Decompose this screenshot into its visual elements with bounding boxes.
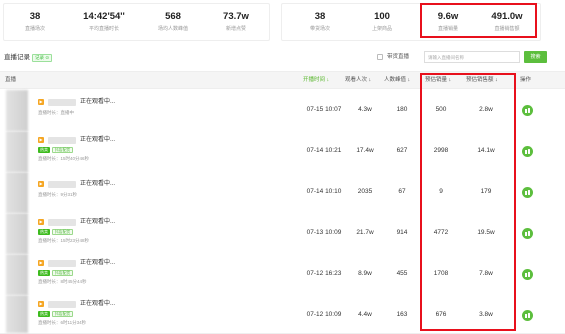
watching-status: 正在观看中... [80, 137, 116, 143]
live-duration: 直播时长：15时23分48秒 [38, 238, 90, 243]
shop-supply-badge: 抖店配货 [52, 270, 74, 276]
views: 4.3w [358, 106, 372, 113]
views: 8.9w [358, 270, 372, 277]
highlight-box-summary [420, 3, 537, 38]
start-time: 07-14 10:21 [306, 147, 342, 154]
stat-value: 100 [374, 11, 390, 22]
col-views[interactable]: 观看人次 ↓ [345, 77, 371, 84]
live-duration: 直播时长：8时45分44秒 [38, 279, 87, 284]
live-tag-icon: ▶ [38, 137, 44, 143]
stat-live-count: 38 直播场次 [4, 4, 66, 42]
col-live: 直播 [5, 77, 17, 83]
room-name-blurred [48, 301, 76, 308]
chart-action-icon[interactable] [522, 269, 533, 280]
hot-sale-badge: 热卖 [38, 311, 50, 317]
peak: 180 [396, 106, 408, 113]
watching-status: 正在观看中... [80, 99, 116, 105]
avatar [6, 254, 28, 295]
avatar [6, 213, 28, 254]
peak: 627 [396, 147, 408, 154]
stat-label: 上架商品 [371, 26, 392, 32]
col-start-time[interactable]: 开播时间 ↓ [303, 77, 329, 84]
col-actions: 操作 [520, 77, 532, 83]
shop-supply-badge: 抖店配货 [52, 147, 74, 153]
record-badge[interactable]: 记录 ⊙ [32, 54, 53, 62]
room-name-blurred [48, 219, 76, 226]
live-tag-icon: ▶ [38, 219, 44, 225]
search-input[interactable] [424, 51, 520, 63]
highlight-box-sales-columns [420, 73, 516, 331]
start-time: 07-12 16:23 [306, 270, 342, 277]
live-duration: 直播时长：9分31秒 [38, 192, 78, 197]
live-duration: 直播时长：6时11分34秒 [38, 320, 87, 325]
start-time: 07-14 10:10 [306, 188, 342, 195]
chart-action-icon[interactable] [522, 146, 533, 157]
live-stats-card: 38 直播场次 14:42'54'' 平均直播时长 568 场均人数峰值 73.… [3, 3, 270, 41]
goods-live-checkbox[interactable] [377, 54, 383, 60]
stat-avg-peak: 568 场均人数峰值 [142, 4, 204, 42]
peak: 914 [396, 229, 408, 236]
chart-action-icon[interactable] [522, 187, 533, 198]
room-name-blurred [48, 260, 76, 267]
start-time: 07-12 10:09 [306, 311, 342, 318]
stat-new-likes: 73.7w 新增点赞 [204, 4, 268, 42]
watching-status: 正在观看中... [80, 181, 116, 187]
views: 2035 [357, 188, 373, 195]
section-title: 直播记录 [4, 54, 30, 61]
live-tag-icon: ▶ [38, 301, 44, 307]
stat-label: 新增点赞 [225, 26, 246, 32]
live-duration: 直播时长：直播中 [38, 110, 74, 115]
avatar [6, 295, 28, 333]
live-tag-icon: ▶ [38, 181, 44, 187]
hot-sale-badge: 热卖 [38, 147, 50, 153]
watching-status: 正在观看中... [80, 219, 116, 225]
live-tag-icon: ▶ [38, 260, 44, 266]
shop-supply-badge: 抖店配货 [52, 311, 74, 317]
views: 21.7w [356, 229, 374, 236]
peak: 163 [396, 311, 408, 318]
start-time: 07-13 10:09 [306, 229, 342, 236]
hot-sale-badge: 热卖 [38, 270, 50, 276]
stat-value: 14:42'54'' [83, 11, 125, 22]
stat-goods-lives: 38 带货场次 [290, 4, 350, 42]
hot-sale-badge: 热卖 [38, 229, 50, 235]
room-name-blurred [48, 137, 76, 144]
stat-label: 直播场次 [24, 26, 45, 32]
stat-label: 场均人数峰值 [157, 26, 188, 32]
room-name-blurred [48, 99, 76, 106]
chart-action-icon[interactable] [522, 228, 533, 239]
stat-value: 73.7w [223, 11, 249, 22]
stat-value: 568 [165, 11, 181, 22]
avatar [6, 90, 28, 131]
peak: 455 [396, 270, 408, 277]
col-peak[interactable]: 人数峰值 ↓ [384, 77, 410, 84]
views: 17.4w [356, 147, 374, 154]
live-duration: 直播时长：15时40分46秒 [38, 156, 90, 161]
peak: 67 [398, 188, 406, 195]
stat-value: 38 [29, 11, 41, 22]
stat-avg-duration: 14:42'54'' 平均直播时长 [66, 4, 142, 42]
stat-label: 平均直播时长 [88, 26, 119, 32]
watching-status: 正在观看中... [80, 301, 116, 307]
stat-value: 38 [314, 11, 326, 22]
watching-status: 正在观看中... [80, 260, 116, 266]
goods-live-label[interactable]: 带货直播 [387, 54, 409, 61]
stat-label: 带货场次 [309, 26, 330, 32]
search-button[interactable]: 搜索 [524, 51, 547, 63]
chart-action-icon[interactable] [522, 310, 533, 321]
avatar [6, 131, 28, 172]
chart-action-icon[interactable] [522, 105, 533, 116]
avatar [6, 172, 28, 213]
room-name-blurred [48, 181, 76, 188]
live-tag-icon: ▶ [38, 99, 44, 105]
stat-listed-products: 100 上架商品 [352, 4, 412, 42]
views: 4.4w [358, 311, 372, 318]
shop-supply-badge: 抖店配货 [52, 229, 74, 235]
start-time: 07-15 10:07 [306, 106, 342, 113]
